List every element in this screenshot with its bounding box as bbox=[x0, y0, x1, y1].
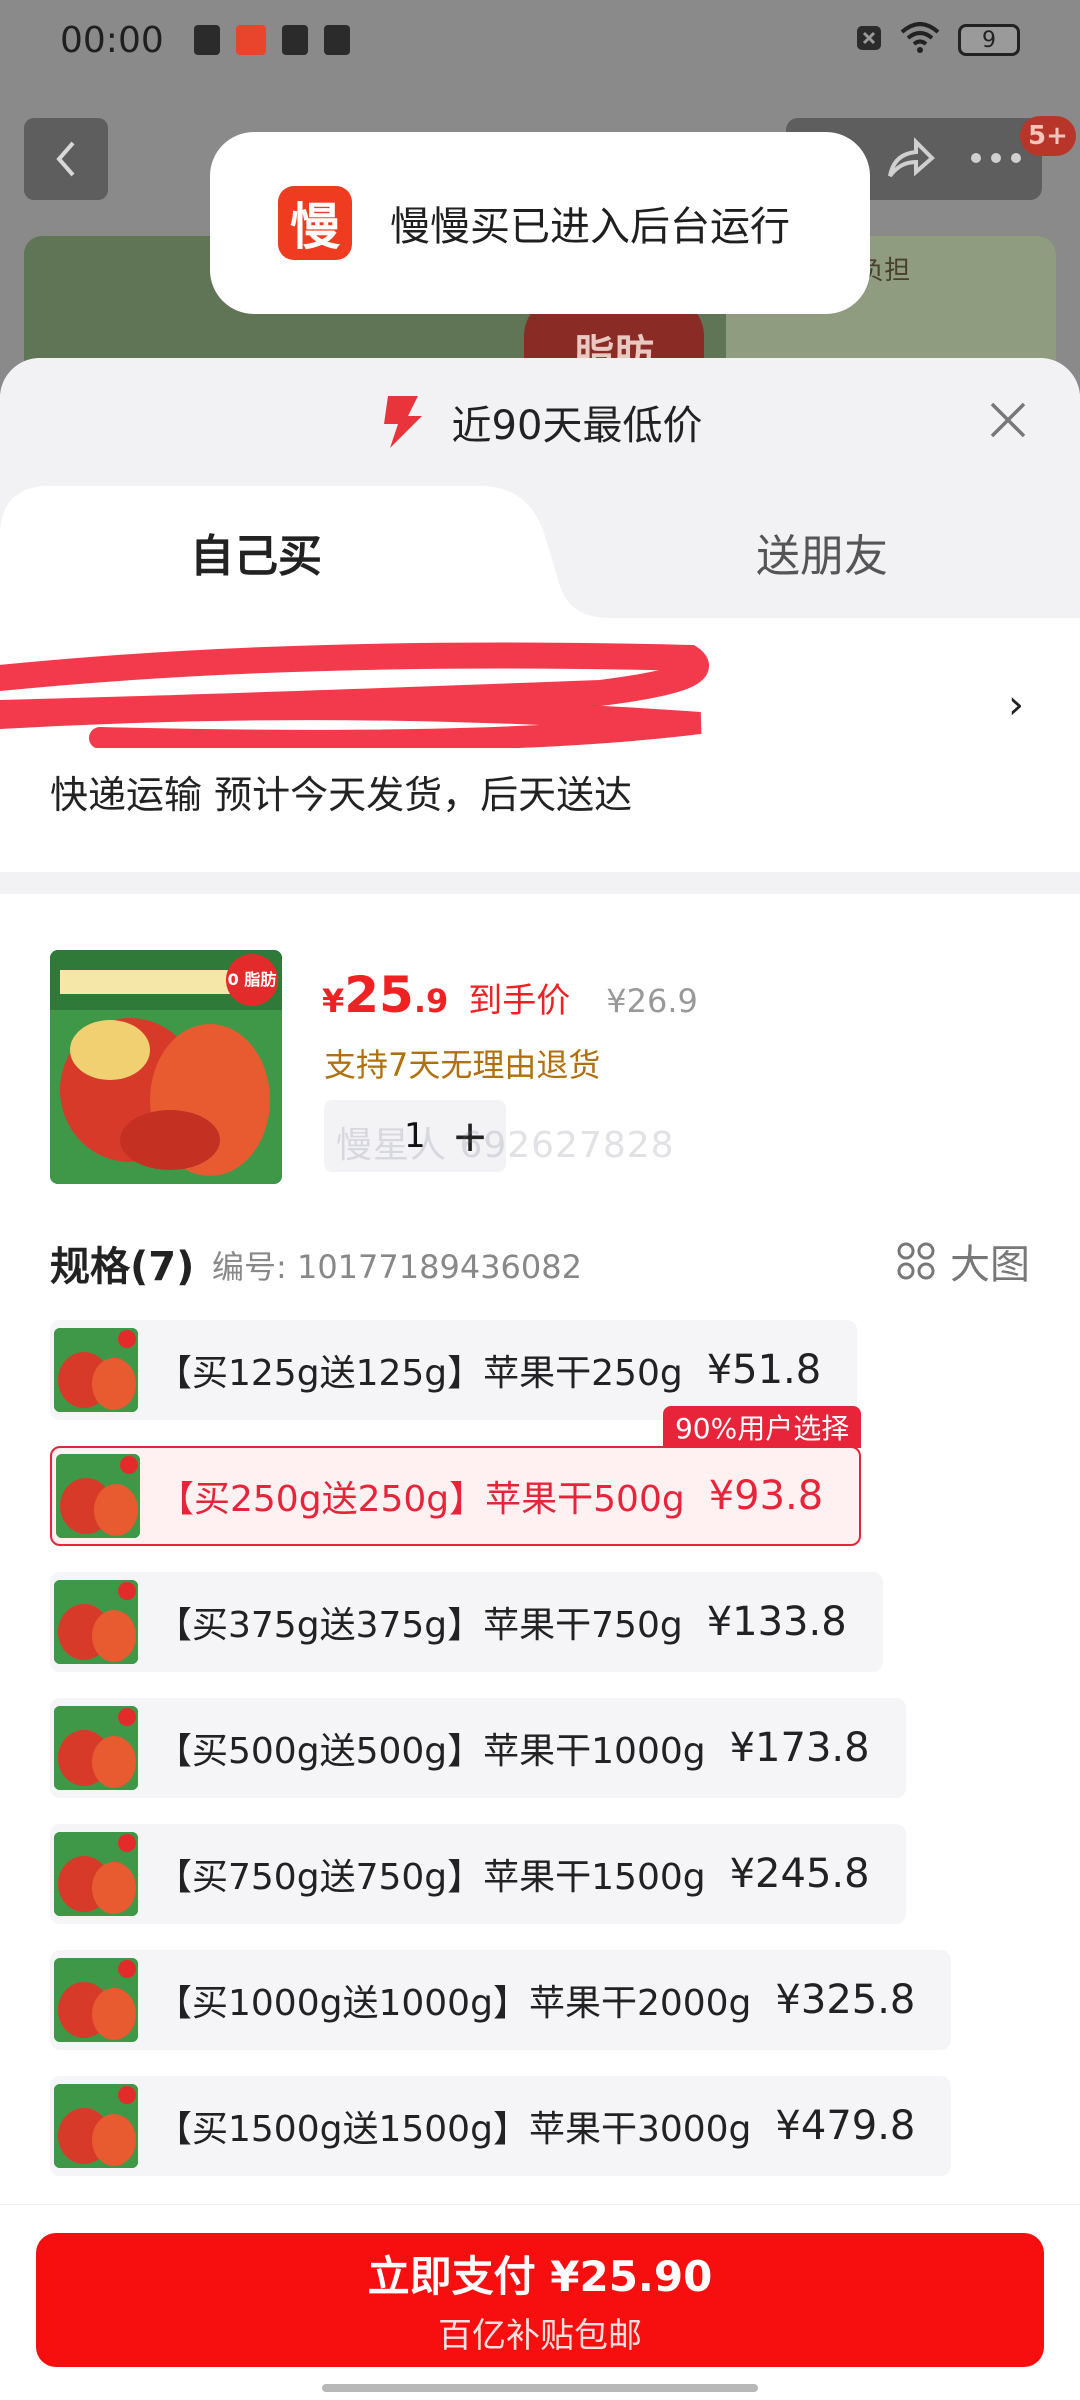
spec-thumbnail bbox=[54, 1580, 138, 1664]
status-icons-left bbox=[193, 25, 350, 55]
spec-option-3[interactable]: 【买375g送375g】苹果干750g ¥133.8 bbox=[50, 1572, 883, 1672]
zero-fat-badge: 0 脂肪 bbox=[226, 954, 278, 1006]
status-time: 00:00 bbox=[60, 19, 164, 61]
watermark: 慢星人 692627828 bbox=[336, 1125, 675, 1166]
spec-thumbnail bbox=[56, 1454, 140, 1538]
spec-thumbnail bbox=[54, 1832, 138, 1916]
purchase-tabs: 自己买 送朋友 bbox=[0, 486, 1080, 618]
price-symbol: ¥ bbox=[322, 982, 345, 1020]
share-icon[interactable] bbox=[886, 136, 936, 182]
app-notification-icon bbox=[235, 25, 266, 55]
app-logo: 慢 bbox=[278, 186, 352, 260]
spec-option-5[interactable]: 【买750g送750g】苹果干1500g ¥245.8 bbox=[50, 1824, 906, 1924]
spec-price: ¥93.8 bbox=[708, 1473, 824, 1519]
spec-label: 【买125g送125g】苹果干250g bbox=[156, 1353, 683, 1394]
status-bar: 00:00 9 bbox=[0, 0, 1080, 80]
close-icon[interactable] bbox=[986, 398, 1030, 442]
big-picture-label: 大图 bbox=[950, 1242, 1030, 1288]
pay-now-label: 立即支付 ¥25.90 bbox=[367, 2252, 713, 2301]
product-summary: 0 脂肪 ¥ 25 .9 到手价 ¥26.9 支持7天无理由退货 1 + 慢星人… bbox=[0, 894, 1080, 1206]
spec-price: ¥325.8 bbox=[775, 1977, 916, 2023]
spec-price: ¥51.8 bbox=[706, 1347, 822, 1393]
sim-icon bbox=[193, 25, 220, 55]
background-toast: 慢 慢慢买已进入后台运行 bbox=[210, 132, 870, 314]
more-icon[interactable] bbox=[970, 152, 1022, 164]
price-integer: 25 bbox=[344, 966, 414, 1024]
lightning-icon bbox=[383, 396, 422, 448]
product-image[interactable]: 0 脂肪 bbox=[50, 950, 282, 1184]
big-picture-toggle[interactable]: 大图 bbox=[896, 1232, 1030, 1290]
spec-thumbnail bbox=[54, 1706, 138, 1790]
sheet-title: 近90天最低价 bbox=[451, 403, 703, 449]
toast-message: 慢慢买已进入后台运行 bbox=[390, 204, 790, 250]
spec-label: 【买250g送250g】苹果干500g bbox=[158, 1479, 685, 1520]
spec-thumbnail bbox=[54, 1328, 138, 1412]
status-icons-right: 9 bbox=[856, 22, 1020, 58]
spec-option-2-selected[interactable]: 90%用户选择 【买250g送250g】苹果干500g ¥93.8 bbox=[50, 1406, 862, 1546]
spec-label: 【买1000g送1000g】苹果干2000g bbox=[156, 1983, 752, 2024]
close-box-icon bbox=[856, 23, 882, 57]
popular-choice-tag: 90%用户选择 bbox=[662, 1406, 862, 1448]
pay-bar: 立即支付 ¥25.90 百亿补贴包邮 bbox=[0, 2204, 1080, 2400]
chevron-left-icon bbox=[56, 141, 75, 177]
purchase-sheet: 近90天最低价 自己买 送朋友 › 快递运输 预计今天发货，后天送达 0 脂肪 … bbox=[0, 358, 1080, 2400]
spec-option-4[interactable]: 【买500g送500g】苹果干1000g ¥173.8 bbox=[50, 1698, 906, 1798]
address-selector[interactable]: › 快递运输 预计今天发货，后天送达 bbox=[0, 618, 1080, 872]
grid-icon bbox=[897, 1242, 935, 1280]
spec-option-6[interactable]: 【买1000g送1000g】苹果干2000g ¥325.8 bbox=[50, 1950, 952, 2050]
spec-price: ¥133.8 bbox=[706, 1599, 847, 1645]
tab-self-buy[interactable]: 自己买 bbox=[190, 520, 322, 584]
spec-label: 【买1500g送1500g】苹果干3000g bbox=[156, 2109, 752, 2150]
battery-indicator: 9 bbox=[958, 24, 1020, 56]
original-price: ¥26.9 bbox=[606, 982, 698, 1020]
section-divider bbox=[0, 872, 1080, 894]
tab-active-background bbox=[0, 486, 610, 618]
address-chevron-icon[interactable]: › bbox=[1008, 682, 1024, 728]
spec-thumbnail bbox=[54, 2084, 138, 2168]
card-icon bbox=[281, 25, 308, 55]
redacted-address-scribble bbox=[0, 642, 709, 748]
notification-badge: 5+ bbox=[1020, 116, 1076, 156]
wifi-icon bbox=[900, 22, 940, 58]
price-decimal: .9 bbox=[413, 982, 449, 1020]
tab-gift-friend[interactable]: 送朋友 bbox=[756, 520, 888, 584]
spec-label: 【买375g送375g】苹果干750g bbox=[156, 1605, 683, 1646]
back-button[interactable] bbox=[24, 118, 108, 200]
play-icon bbox=[323, 25, 350, 55]
spec-thumbnail bbox=[54, 1958, 138, 2042]
spec-label: 【买500g送500g】苹果干1000g bbox=[156, 1731, 706, 1772]
delivery-estimate: 快递运输 预计今天发货，后天送达 bbox=[50, 773, 633, 817]
home-indicator[interactable] bbox=[322, 2384, 758, 2392]
pay-now-button[interactable]: 立即支付 ¥25.90 百亿补贴包邮 bbox=[36, 2233, 1044, 2367]
final-price-label: 到手价 bbox=[468, 981, 571, 1021]
spec-option-7[interactable]: 【买1500g送1500g】苹果干3000g ¥479.8 bbox=[50, 2076, 952, 2176]
pay-subsidy-label: 百亿补贴包邮 bbox=[438, 2316, 642, 2356]
spec-title: 规格(7) bbox=[50, 1244, 195, 1290]
return-policy: 支持7天无理由退货 bbox=[324, 1046, 601, 1084]
product-code: 编号: 10177189436082 bbox=[212, 1248, 582, 1286]
spec-header: 规格(7) 编号: 10177189436082 大图 bbox=[0, 1206, 1080, 1298]
spec-price: ¥245.8 bbox=[729, 1851, 870, 1897]
spec-price: ¥173.8 bbox=[729, 1725, 870, 1771]
sheet-header: 近90天最低价 bbox=[0, 358, 1080, 486]
spec-option-1[interactable]: 【买125g送125g】苹果干250g ¥51.8 bbox=[50, 1320, 858, 1420]
spec-label: 【买750g送750g】苹果干1500g bbox=[156, 1857, 706, 1898]
price-line: ¥ 25 .9 到手价 ¥26.9 bbox=[322, 966, 698, 1024]
spec-price: ¥479.8 bbox=[775, 2103, 916, 2149]
